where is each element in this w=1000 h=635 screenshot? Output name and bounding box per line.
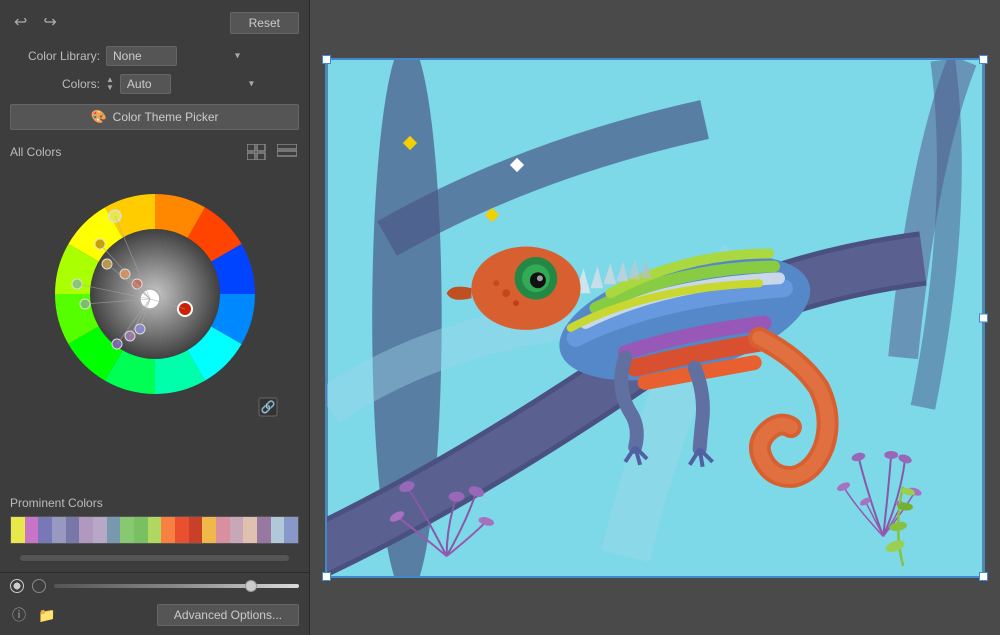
bottom-bar <box>0 572 309 599</box>
advanced-options-button[interactable]: Advanced Options... <box>157 604 299 626</box>
color-swatch[interactable] <box>11 517 25 543</box>
folder-button[interactable]: 📁 <box>36 605 57 626</box>
color-swatch[interactable] <box>120 517 134 543</box>
colors-select-wrapper: Auto 2 3 4 5 6 <box>120 74 260 94</box>
prominent-label: Prominent Colors <box>10 496 299 510</box>
color-swatch[interactable] <box>66 517 80 543</box>
prominent-section: Prominent Colors <box>0 490 309 548</box>
color-library-select-wrapper: None Custom Pantone CMYK <box>106 46 246 66</box>
color-swatch[interactable] <box>52 517 66 543</box>
handle-bottom-right[interactable] <box>979 572 988 581</box>
color-swatch[interactable] <box>230 517 244 543</box>
handle-bottom-left[interactable] <box>322 572 331 581</box>
scroll-thumb <box>20 555 289 561</box>
colors-select[interactable]: Auto 2 3 4 5 6 <box>120 74 171 94</box>
color-swatch[interactable] <box>107 517 121 543</box>
slider-row <box>54 584 299 588</box>
all-colors-title: All Colors <box>10 145 61 159</box>
color-library-row: Color Library: None Custom Pantone CMYK <box>0 42 309 70</box>
radio-button-2[interactable] <box>32 579 46 593</box>
canvas-area[interactable] <box>325 58 985 578</box>
undo-button[interactable]: ↩ <box>10 13 31 33</box>
color-swatch[interactable] <box>25 517 39 543</box>
info-button[interactable]: ⓘ <box>10 603 28 627</box>
list-icon <box>277 144 297 160</box>
view-icons <box>245 142 299 162</box>
radio-button-1[interactable] <box>10 579 24 593</box>
color-swatch[interactable] <box>148 517 162 543</box>
footer-row: ⓘ 📁 Advanced Options... <box>0 599 309 635</box>
color-swatch[interactable] <box>79 517 93 543</box>
color-wheel-container[interactable]: 🔗 <box>31 170 279 418</box>
colors-label: Colors: <box>10 77 100 91</box>
handle-middle-right[interactable] <box>979 313 988 322</box>
color-swatch[interactable] <box>271 517 285 543</box>
colors-row: Colors: ▲▼ Auto 2 3 4 5 6 <box>0 70 309 98</box>
scroll-bar[interactable] <box>20 554 289 562</box>
grid-view-button[interactable] <box>245 142 269 162</box>
list-view-button[interactable] <box>275 142 299 162</box>
color-strip <box>10 516 299 544</box>
color-theme-icon: 🎨 <box>90 109 106 125</box>
color-swatch[interactable] <box>202 517 216 543</box>
color-wheel-section: All Colors <box>0 138 309 490</box>
color-swatch[interactable] <box>284 517 298 543</box>
handle-top-right[interactable] <box>979 55 988 64</box>
color-wheel-svg: 🔗 <box>31 170 279 418</box>
toolbar-row: ↩ ↪ Reset <box>0 8 309 42</box>
handle-top-left[interactable] <box>322 55 331 64</box>
left-panel: ↩ ↪ Reset Color Library: None Custom Pan… <box>0 0 310 635</box>
grid-icon <box>247 144 267 160</box>
color-swatch[interactable] <box>243 517 257 543</box>
reset-button[interactable]: Reset <box>230 12 299 34</box>
color-swatch[interactable] <box>189 517 203 543</box>
illustration-svg <box>327 60 983 576</box>
scroll-area-wrapper <box>0 548 309 568</box>
right-panel <box>310 0 1000 635</box>
color-swatch[interactable] <box>161 517 175 543</box>
svg-text:🔗: 🔗 <box>260 399 275 414</box>
slider-track[interactable] <box>54 584 299 588</box>
redo-button[interactable]: ↪ <box>39 13 60 33</box>
color-swatch[interactable] <box>38 517 52 543</box>
color-theme-picker-button[interactable]: 🎨 Color Theme Picker <box>10 104 299 130</box>
color-theme-picker-label: Color Theme Picker <box>113 110 219 124</box>
color-swatch[interactable] <box>257 517 271 543</box>
color-swatch[interactable] <box>175 517 189 543</box>
slider-thumb <box>245 580 257 592</box>
color-library-label: Color Library: <box>10 49 100 63</box>
color-swatch[interactable] <box>93 517 107 543</box>
color-swatch[interactable] <box>134 517 148 543</box>
colors-spinner-arrows[interactable]: ▲▼ <box>106 76 114 92</box>
section-header: All Colors <box>10 142 299 162</box>
color-library-select[interactable]: None Custom Pantone CMYK <box>106 46 177 66</box>
color-swatch[interactable] <box>216 517 230 543</box>
